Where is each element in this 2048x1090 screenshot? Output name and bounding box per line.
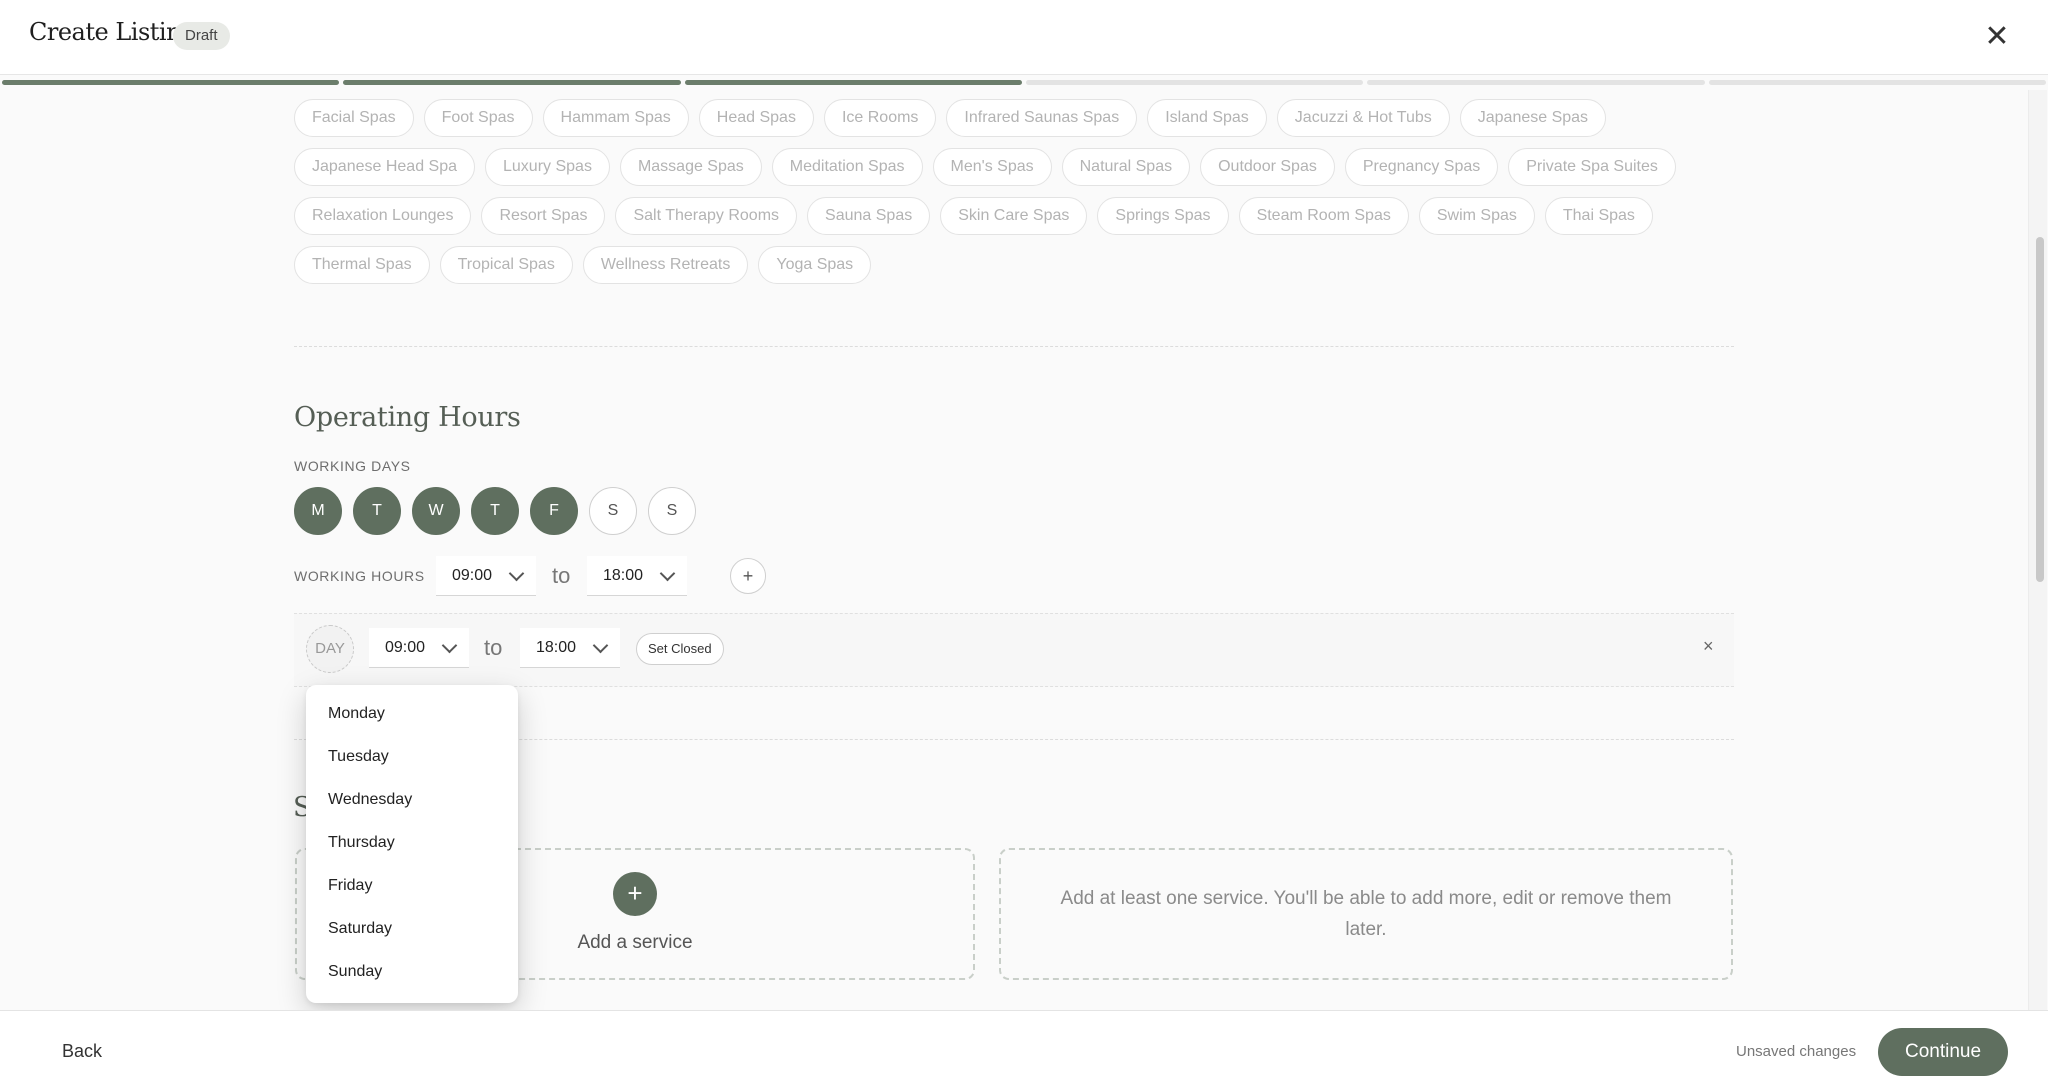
chevron-down-icon <box>508 565 525 582</box>
to-label: to <box>484 635 503 660</box>
category-chip[interactable]: Natural Spas <box>1061 148 1191 186</box>
category-chip[interactable]: Sauna Spas <box>807 197 931 235</box>
custom-day-row <box>294 613 1734 687</box>
custom-end-time-select[interactable]: 18:00 <box>520 628 620 668</box>
custom-start-value: 09:00 <box>385 639 426 656</box>
day-toggle-monday[interactable]: M <box>294 487 342 535</box>
remove-row-icon[interactable]: × <box>1703 636 1714 657</box>
page-title: Create Listing <box>29 18 196 46</box>
progress-step <box>1367 80 1705 85</box>
custom-end-value: 18:00 <box>536 639 577 656</box>
category-chip[interactable]: Tropical Spas <box>439 246 573 284</box>
dropdown-option-friday[interactable]: Friday <box>328 877 372 895</box>
working-days: M T W T F S S <box>294 487 696 535</box>
dropdown-option-wednesday[interactable]: Wednesday <box>328 791 412 809</box>
category-chip[interactable]: Massage Spas <box>619 148 762 186</box>
section-divider <box>294 346 1734 347</box>
unsaved-status: Unsaved changes <box>1736 1043 1857 1060</box>
day-toggle-saturday[interactable]: S <box>589 487 637 535</box>
day-toggle-friday[interactable]: F <box>530 487 578 535</box>
day-toggle-thursday[interactable]: T <box>471 487 519 535</box>
chevron-down-icon <box>592 637 609 654</box>
category-chip[interactable]: Jacuzzi & Hot Tubs <box>1276 99 1450 137</box>
plus-icon[interactable]: + <box>613 872 657 916</box>
continue-button[interactable]: Continue <box>1878 1028 2008 1076</box>
operating-hours-title: Operating Hours <box>294 402 521 433</box>
progress-step <box>1708 80 2046 85</box>
category-chip[interactable]: Japanese Head Spa <box>294 148 475 186</box>
category-chip[interactable]: Private Spa Suites <box>1508 148 1676 186</box>
end-time-select[interactable]: 18:00 <box>587 556 687 596</box>
start-time-select[interactable]: 09:00 <box>436 556 536 596</box>
category-chip[interactable]: Resort Spas <box>481 197 606 235</box>
status-badge: Draft <box>173 22 230 50</box>
day-toggle-sunday[interactable]: S <box>648 487 696 535</box>
day-toggle-tuesday[interactable]: T <box>353 487 401 535</box>
to-label: to <box>552 563 571 588</box>
close-icon[interactable]: ✕ <box>1980 20 2014 54</box>
start-time-value: 09:00 <box>452 567 493 584</box>
dropdown-option-monday[interactable]: Monday <box>328 705 385 723</box>
category-chip[interactable]: Luxury Spas <box>485 148 610 186</box>
day-dropdown: Monday Tuesday Wednesday Thursday Friday… <box>306 685 518 1003</box>
services-info-text: Add at least one service. You'll be able… <box>1060 888 1672 940</box>
scrollbar-thumb[interactable] <box>2036 237 2044 582</box>
category-chip[interactable]: Relaxation Lounges <box>294 197 472 235</box>
chevron-down-icon <box>441 637 458 654</box>
dropdown-option-thursday[interactable]: Thursday <box>328 834 395 852</box>
category-chip[interactable]: Head Spas <box>698 99 814 137</box>
category-chip[interactable]: Salt Therapy Rooms <box>615 197 798 235</box>
category-chip[interactable]: Island Spas <box>1147 99 1267 137</box>
category-chip[interactable]: Wellness Retreats <box>582 246 749 284</box>
category-chip[interactable]: Infrared Saunas Spas <box>946 99 1138 137</box>
chevron-down-icon <box>659 565 676 582</box>
category-chip[interactable]: Japanese Spas <box>1459 99 1607 137</box>
add-hours-button[interactable]: + <box>730 558 766 594</box>
working-hours-label: WORKING HOURS <box>294 568 425 584</box>
back-button[interactable]: Back <box>62 1041 102 1062</box>
progress-step <box>684 80 1022 85</box>
category-chip[interactable]: Skin Care Spas <box>940 197 1088 235</box>
category-chip[interactable]: Outdoor Spas <box>1200 148 1335 186</box>
scrollbar[interactable] <box>2028 90 2047 1010</box>
category-chip[interactable]: Thermal Spas <box>294 246 430 284</box>
set-closed-button[interactable]: Set Closed <box>636 633 724 665</box>
category-chip[interactable]: Swim Spas <box>1418 197 1535 235</box>
category-chip[interactable]: Yoga Spas <box>758 246 872 284</box>
header: Create Listing Draft ✕ <box>0 0 2048 75</box>
dropdown-option-saturday[interactable]: Saturday <box>328 920 392 938</box>
category-chip[interactable]: Pregnancy Spas <box>1344 148 1499 186</box>
progress-step <box>2 80 340 85</box>
category-chips: Facial Spas Foot Spas Hammam Spas Head S… <box>294 99 1734 284</box>
category-chip[interactable]: Springs Spas <box>1097 197 1229 235</box>
category-chip[interactable]: Steam Room Spas <box>1238 197 1409 235</box>
category-chip[interactable]: Foot Spas <box>423 99 533 137</box>
day-toggle-wednesday[interactable]: W <box>412 487 460 535</box>
category-chip[interactable]: Men's Spas <box>932 148 1052 186</box>
progress-bar <box>2 80 2046 86</box>
dropdown-option-sunday[interactable]: Sunday <box>328 963 382 981</box>
progress-step <box>343 80 681 85</box>
progress-step <box>1025 80 1364 85</box>
category-chip[interactable]: Thai Spas <box>1544 197 1653 235</box>
working-days-label: WORKING DAYS <box>294 458 411 474</box>
custom-start-time-select[interactable]: 09:00 <box>369 628 469 668</box>
category-chip[interactable]: Hammam Spas <box>542 99 689 137</box>
category-chip[interactable]: Ice Rooms <box>823 99 937 137</box>
day-select-button[interactable]: DAY <box>306 625 354 673</box>
add-service-label[interactable]: Add a service <box>475 932 795 954</box>
category-chip[interactable]: Facial Spas <box>294 99 414 137</box>
category-chip[interactable]: Meditation Spas <box>771 148 923 186</box>
end-time-value: 18:00 <box>603 567 644 584</box>
dropdown-option-tuesday[interactable]: Tuesday <box>328 748 389 766</box>
